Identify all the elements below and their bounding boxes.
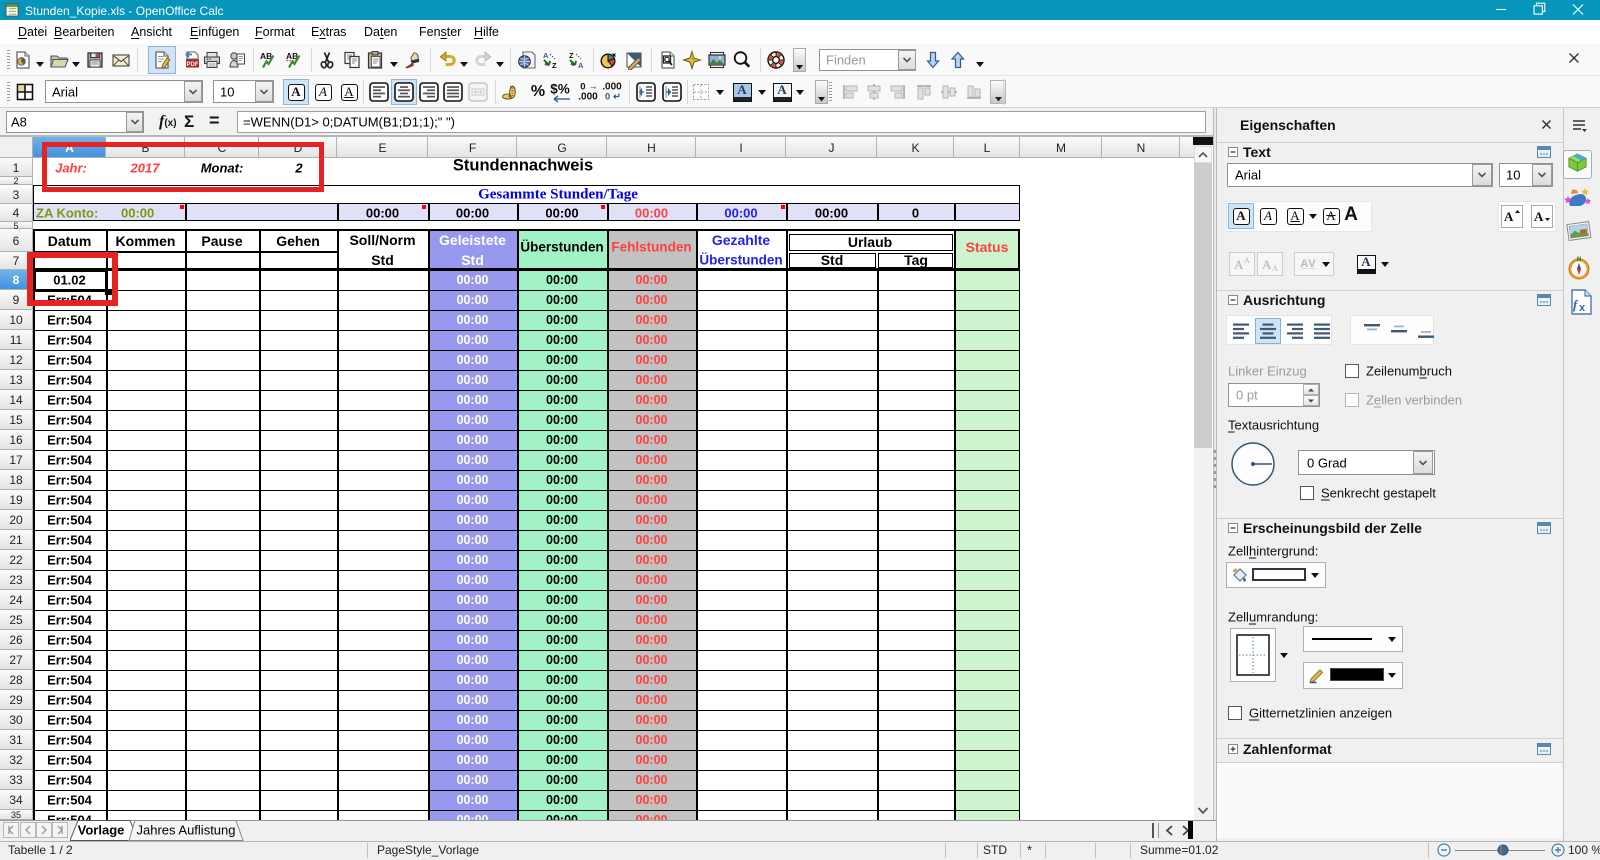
svg-text:Z: Z <box>569 51 574 60</box>
svg-text:A: A <box>543 51 549 60</box>
svg-text:A: A <box>1262 257 1272 272</box>
svg-text:N: N <box>1577 257 1581 263</box>
svg-text:A: A <box>1244 256 1250 265</box>
svg-text:x: x <box>1579 302 1586 314</box>
svg-text:Z: Z <box>552 61 557 70</box>
svg-text:A: A <box>1272 264 1278 272</box>
svg-text:A: A <box>578 61 584 70</box>
svg-text:A: A <box>1504 209 1514 223</box>
svg-text:PDF: PDF <box>187 62 199 68</box>
svg-text:A: A <box>1234 257 1244 272</box>
svg-text:A: A <box>1534 209 1544 223</box>
